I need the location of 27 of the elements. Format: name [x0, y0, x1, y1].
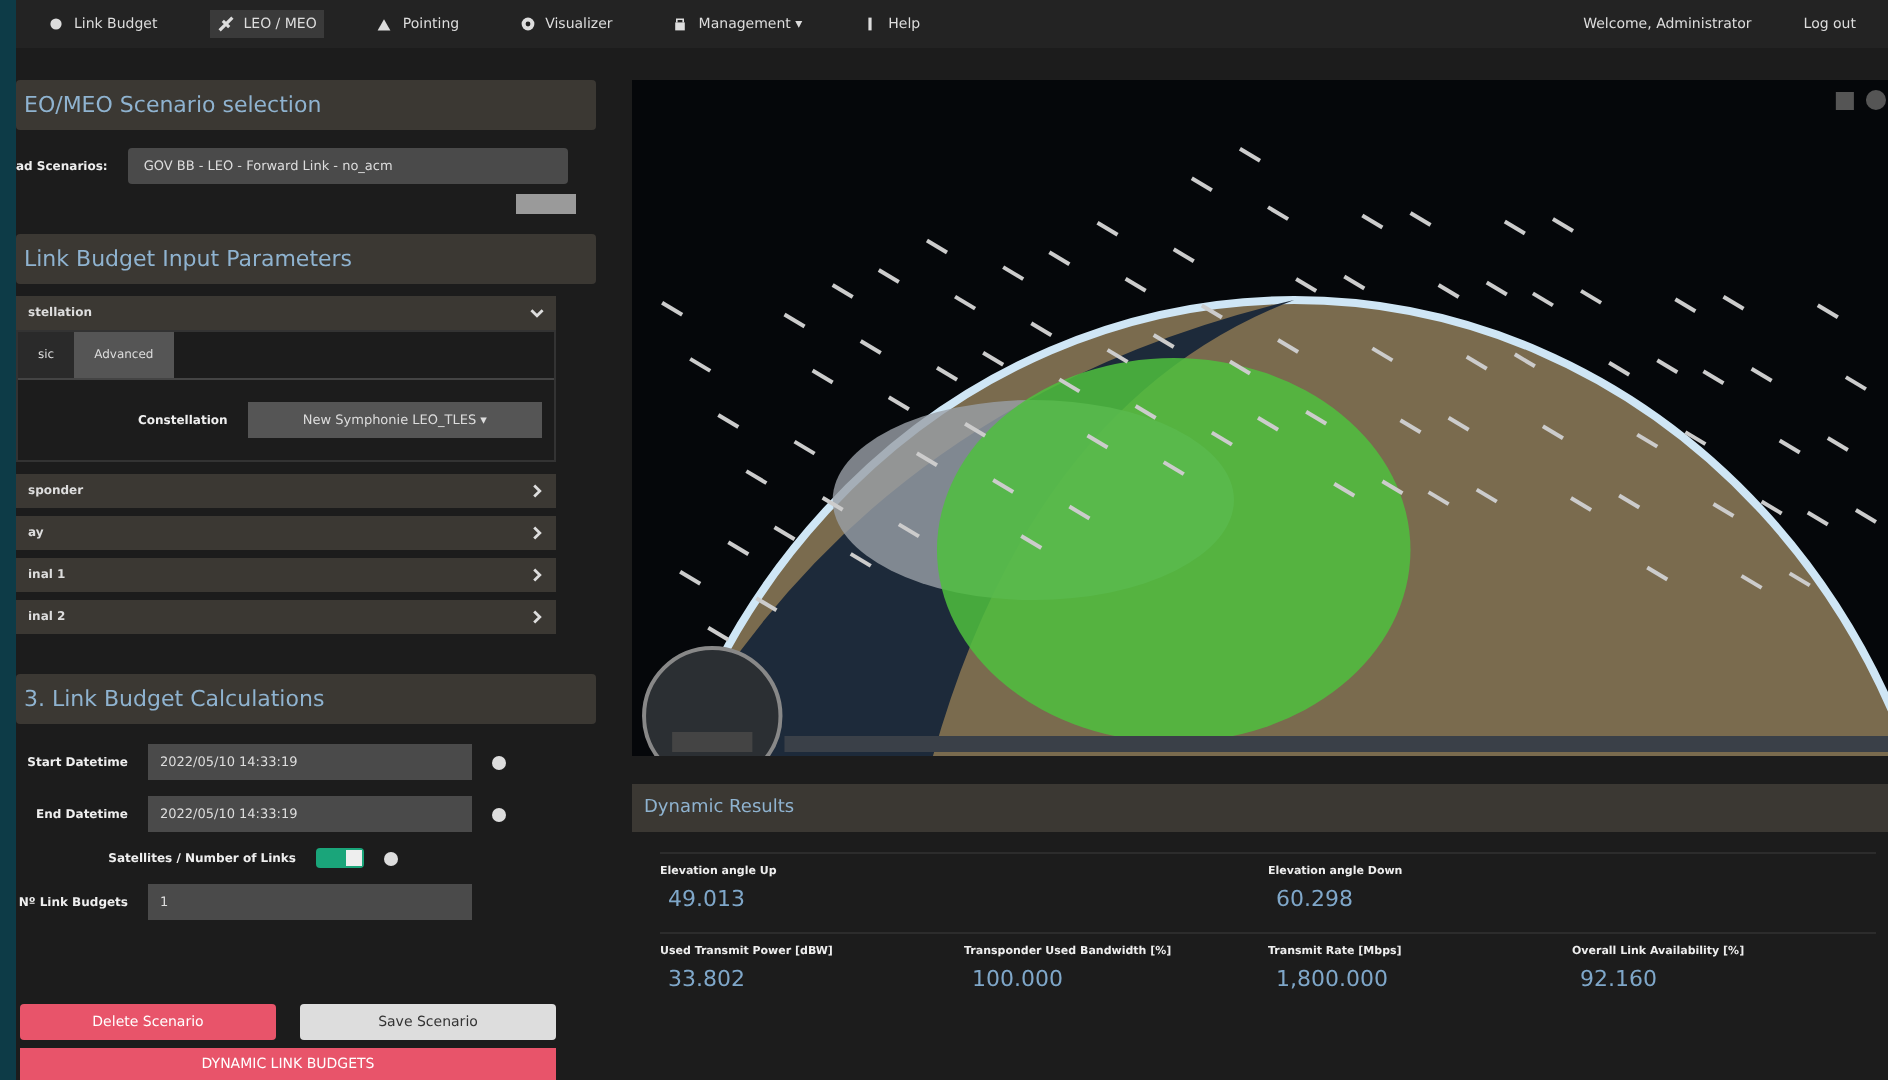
lock-icon	[672, 16, 689, 32]
chevron-icon	[530, 526, 544, 541]
section-header: EO/MEO Scenario selection	[16, 80, 596, 130]
triangle-icon	[376, 16, 393, 32]
metric-value: 49.013	[666, 886, 747, 912]
chevron-icon	[530, 568, 544, 583]
chevron-icon	[530, 610, 544, 625]
load-button[interactable]	[516, 194, 576, 215]
metric-value: 1,800.000	[1274, 966, 1390, 992]
metric-value: 92.160	[1578, 966, 1659, 992]
toggle-switch[interactable]	[316, 848, 364, 868]
section-header: Dynamic Results	[632, 784, 1888, 832]
metric-value: 33.802	[666, 966, 747, 992]
help-icon[interactable]	[492, 807, 506, 821]
satellite-icon	[217, 16, 234, 32]
ring-icon	[519, 16, 536, 32]
help-icon[interactable]	[492, 755, 506, 769]
metric-value: 100.000	[970, 966, 1065, 992]
help-icon[interactable]	[384, 851, 398, 865]
chevron-icon	[530, 306, 544, 321]
section-header: Link Budget Input Parameters	[16, 234, 596, 285]
clock-widget[interactable]	[642, 646, 783, 756]
dot-icon	[48, 16, 64, 32]
metric-value: 60.298	[1274, 886, 1355, 912]
section-header: 3. Link Budget Calculations	[16, 674, 596, 724]
chevron-icon	[530, 484, 544, 499]
globe-view-drawing[interactable]	[632, 80, 1888, 756]
